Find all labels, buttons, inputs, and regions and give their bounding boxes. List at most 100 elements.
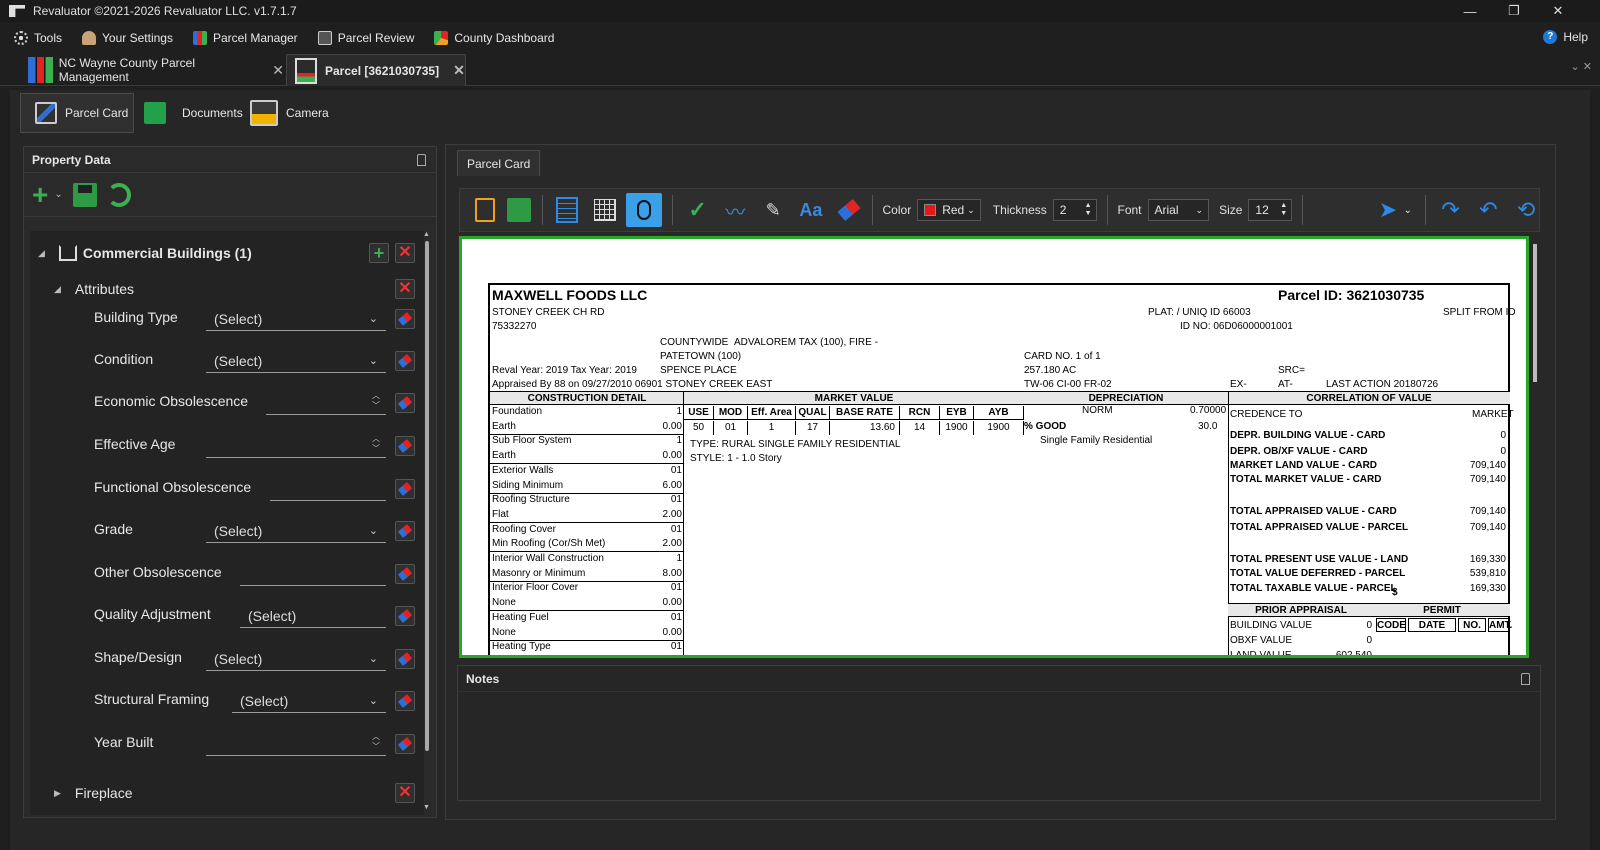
page-view-icon[interactable] [555,197,581,223]
menu-parcel-review[interactable]: Parcel Review [317,31,414,45]
clear-field-button[interactable] [395,521,415,541]
correlation-label: TOTAL VALUE DEFERRED - PARCEL [1230,568,1406,579]
field-stepper[interactable]: ︿ ﹀ [206,732,386,756]
spin-arrows-icon[interactable]: ▲ ▼ [1085,202,1092,218]
save-icon[interactable] [72,182,97,207]
remove-building-button[interactable]: ✕ [395,243,415,263]
clear-field-button[interactable] [395,479,415,499]
clear-field-button[interactable] [395,734,415,754]
add-building-button[interactable]: + [369,243,389,263]
clear-field-button[interactable] [395,393,415,413]
spin-arrows-icon[interactable]: ▲ ▼ [1280,202,1287,218]
send-icon[interactable]: ➤ [1375,197,1401,223]
parcel-card-document[interactable]: MAXWELL FOODS LLC Parcel ID: 3621030735 … [459,236,1529,658]
dropdown-arrow-icon[interactable]: ⌄ [54,189,62,200]
clear-field-button[interactable] [395,436,415,456]
help-button[interactable]: ? Help [1543,30,1588,44]
collapse-arrow-icon[interactable]: ◢ [38,248,45,259]
undo-icon[interactable]: ↶ [1476,197,1502,223]
owner-name: MAXWELL FOODS LLC [492,287,648,303]
remove-attributes-button[interactable]: ✕ [395,279,415,299]
color-select[interactable]: Red ⌄ [917,199,981,221]
scrollbar-thumb[interactable] [1533,244,1537,382]
property-data-panel: Property Data + ⌄ ◢ Commercial Buildings… [23,146,437,818]
reset-icon[interactable]: ⟲ [1513,197,1539,223]
field-input[interactable] [270,477,386,501]
clear-field-button[interactable] [395,606,415,626]
clear-field-button[interactable] [395,309,415,329]
scroll-up-icon[interactable]: ▲ [423,231,430,238]
field-select[interactable]: (Select) ⌄ [206,519,386,543]
minimize-button[interactable]: — [1448,0,1492,22]
menu-tools[interactable]: Tools [14,31,62,45]
size-stepper[interactable]: 12 ▲ ▼ [1248,199,1293,221]
notes-textarea[interactable] [462,696,1530,796]
correlation-header: CORRELATION OF VALUE [1228,391,1510,405]
polyline-icon[interactable]: 〰 [722,197,748,224]
group-commercial-buildings[interactable]: ◢ Commercial Buildings (1) [30,241,424,265]
pen-edit-icon[interactable]: ✎ [760,197,786,223]
prior-appraisal-header: PRIOR APPRAISAL [1228,603,1374,617]
clear-field-button[interactable] [395,691,415,711]
tab-parcel-card[interactable]: Parcel Card [457,150,541,176]
redo-icon[interactable]: ↷ [1438,197,1464,223]
chevron-down-icon: ⌄ [368,313,378,325]
property-scrollbar[interactable]: ▲ ▼ [422,231,432,811]
spin-arrows-icon[interactable]: ︿ ﹀ [372,732,380,752]
notes-header: Notes [458,666,1540,692]
mouse-select-icon[interactable] [626,193,662,227]
expand-arrow-icon[interactable]: ▶ [54,788,61,799]
chevron-down-icon[interactable]: ⌄ [1401,197,1415,223]
document-scrollbar[interactable] [1531,236,1539,658]
paste-add-icon[interactable] [472,197,498,223]
construction-item: Roofing Cover [492,523,556,535]
collapse-arrow-icon[interactable]: ◢ [54,284,61,295]
correlation-label: TOTAL MARKET VALUE - CARD [1230,474,1382,485]
section-attributes[interactable]: ◢ Attributes [30,277,424,301]
field-select[interactable]: (Select) ⌄ [206,647,386,671]
spin-arrows-icon[interactable]: ︿ ﹀ [372,391,380,411]
field-input[interactable]: (Select) [240,604,386,628]
close-tab-icon[interactable]: ✕ [453,62,465,79]
eraser-icon[interactable] [836,197,862,223]
field-input[interactable] [240,562,386,586]
add-icon[interactable]: + [32,180,48,208]
refresh-icon[interactable] [106,182,131,207]
spin-arrows-icon[interactable]: ︿ ﹀ [372,434,380,454]
field-select[interactable]: (Select) ⌄ [206,307,386,331]
scrollbar-thumb[interactable] [425,241,429,751]
doc-tab-county[interactable]: NC Wayne County Parcel Management ✕ [26,54,284,86]
field-stepper[interactable]: ︿ ﹀ [206,434,386,458]
thickness-stepper[interactable]: 2 ▲ ▼ [1052,199,1097,221]
clear-field-button[interactable] [395,564,415,584]
menu-your-settings[interactable]: Your Settings [82,31,173,45]
field-label: Condition [94,351,154,367]
subtab-documents[interactable]: Documents [144,93,244,133]
group-fireplace[interactable]: ▶ Fireplace [30,781,424,805]
clear-field-button[interactable] [395,649,415,669]
pin-icon[interactable] [417,154,426,166]
color-swatch [924,204,937,216]
pin-icon[interactable] [1521,673,1530,685]
subtab-parcel-card[interactable]: Parcel Card [20,93,134,133]
field-value: (Select) [214,651,263,667]
text-font-icon[interactable]: Aa [798,197,824,223]
menu-parcel-manager[interactable]: Parcel Manager [192,31,298,45]
save-icon[interactable] [506,197,532,223]
menu-county-dashboard[interactable]: County Dashboard [434,31,554,45]
font-select[interactable]: Arial ⌄ [1147,199,1210,221]
remove-fireplace-button[interactable]: ✕ [395,783,415,803]
grid-view-icon[interactable] [592,197,618,223]
close-window-button[interactable]: ✕ [1536,0,1580,22]
restore-button[interactable]: ❐ [1492,0,1536,22]
checkmark-icon[interactable]: ✓ [685,197,711,223]
scroll-down-icon[interactable]: ▼ [423,804,430,811]
close-tab-icon[interactable]: ✕ [272,62,284,79]
field-select[interactable]: (Select) ⌄ [232,689,386,713]
doc-tab-parcel[interactable]: Parcel [3621030735] ✕ [286,54,466,86]
tab-overflow-icons[interactable]: ⌄ ✕ [1571,60,1593,73]
field-stepper[interactable]: ︿ ﹀ [266,391,386,415]
field-select[interactable]: (Select) ⌄ [206,349,386,373]
subtab-camera[interactable]: Camera [250,93,340,133]
clear-field-button[interactable] [395,351,415,371]
